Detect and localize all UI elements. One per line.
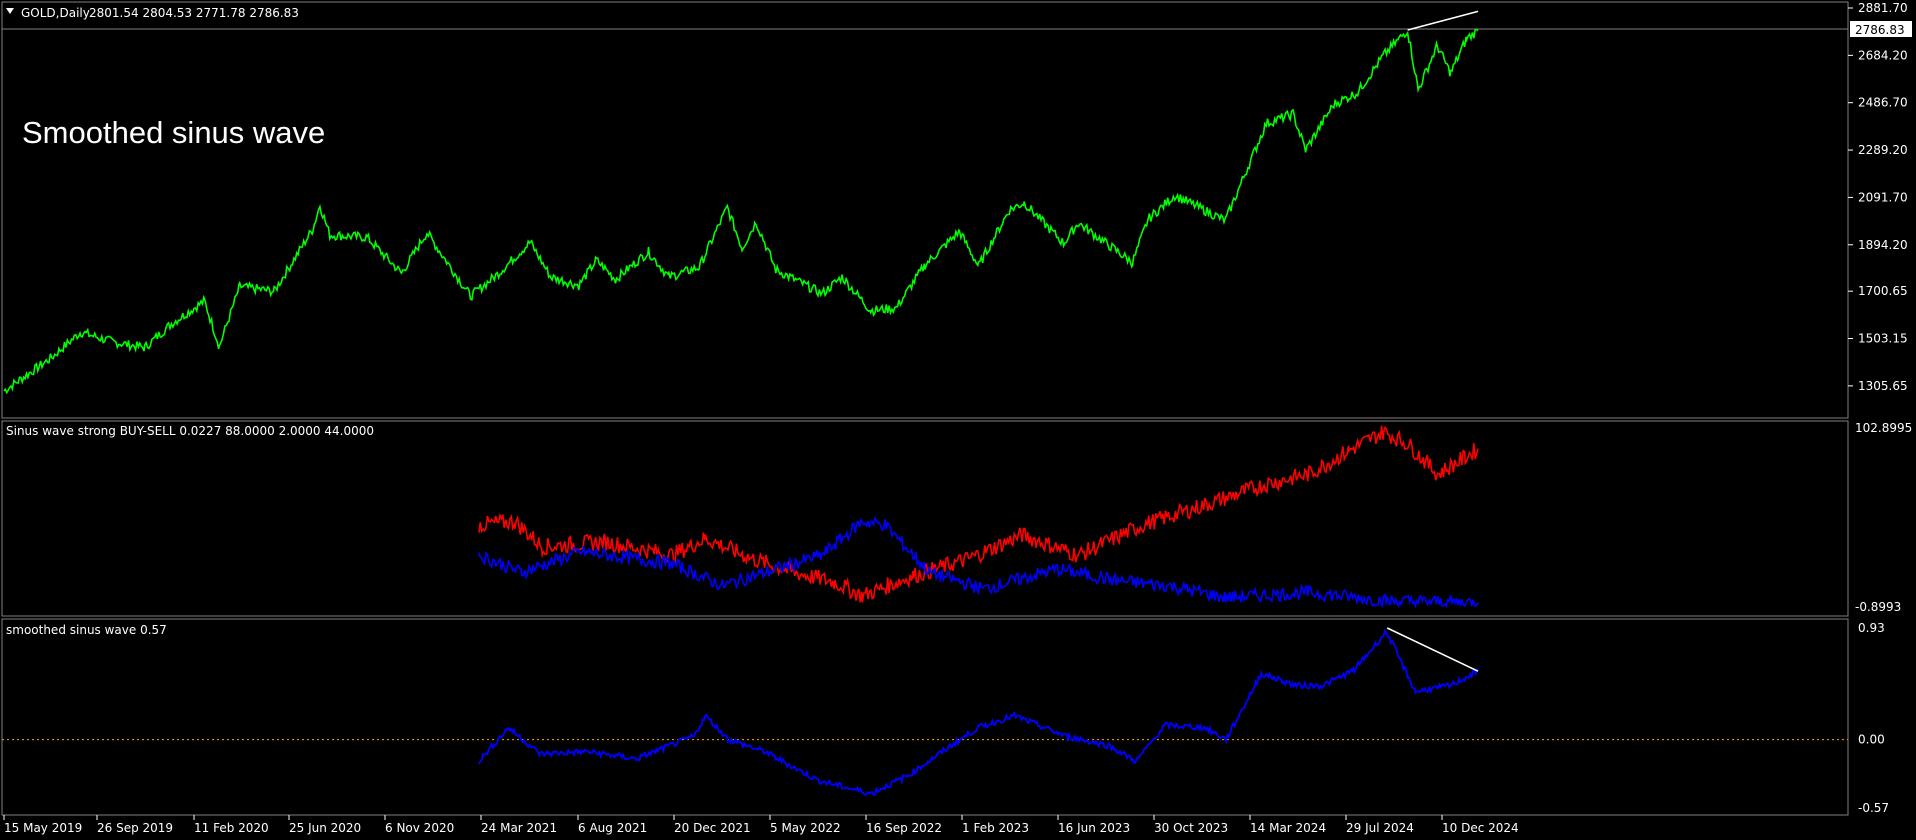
indicator2-pane-border xyxy=(1,618,1849,816)
price-tick-label: 1700.65 xyxy=(1858,284,1908,298)
sell-strength-line xyxy=(478,425,1479,603)
price-tick-label: 2289.20 xyxy=(1858,143,1908,157)
symbol-label: GOLD,Daily xyxy=(21,6,90,20)
overlay-title: Smoothed sinus wave xyxy=(22,115,325,150)
time-tick-label: 16 Sep 2022 xyxy=(866,821,942,835)
time-tick-label: 20 Dec 2021 xyxy=(674,821,751,835)
time-tick-label: 26 Sep 2019 xyxy=(97,821,173,835)
time-tick-label: 6 Aug 2021 xyxy=(578,821,647,835)
time-tick-label: 5 May 2022 xyxy=(770,821,841,835)
chart-canvas: GOLD,Daily 2801.54 2804.53 2771.78 2786.… xyxy=(1,1,1912,835)
current-price-badge-text: 2786.83 xyxy=(1855,23,1905,37)
wave-trendline[interactable] xyxy=(1386,627,1479,672)
price-tick-label: 2684.20 xyxy=(1858,48,1908,62)
collapse-triangle-icon[interactable] xyxy=(6,8,14,14)
time-tick-label: 6 Nov 2020 xyxy=(385,821,454,835)
price-tick-label: 2881.70 xyxy=(1858,1,1908,15)
indicator1-axis: 102.8995 -0.8993 xyxy=(1855,421,1912,614)
time-tick-label: 16 Jun 2023 xyxy=(1058,821,1130,835)
price-tick-label: 1894.20 xyxy=(1858,238,1908,252)
time-tick-label: 25 Jun 2020 xyxy=(289,821,361,835)
indicator1-tick-label: -0.8993 xyxy=(1855,600,1901,614)
price-axis: 2881.70 2684.20 2486.70 2289.20 2091.70 1894.… xyxy=(1848,1,1908,393)
indicator1-pane-border xyxy=(1,420,1849,617)
time-tick-label: 1 Feb 2023 xyxy=(962,821,1029,835)
indicator2-tick-label: -0.57 xyxy=(1858,801,1889,815)
time-tick-label: 24 Mar 2021 xyxy=(481,821,557,835)
indicator1-label: Sinus wave strong BUY-SELL 0.0227 88.000… xyxy=(6,424,374,438)
indicator2-tick-label: 0.93 xyxy=(1858,621,1885,635)
smoothed-wave-line xyxy=(478,628,1479,797)
main-pane-border xyxy=(1,1,1849,419)
price-tick-label: 2486.70 xyxy=(1858,96,1908,110)
time-tick-label: 14 Mar 2024 xyxy=(1250,821,1326,835)
indicator2-label: smoothed sinus wave 0.57 xyxy=(6,623,167,637)
price-series-line xyxy=(3,28,1479,395)
time-axis: 15 May 2019 26 Sep 2019 11 Feb 2020 25 Jun … xyxy=(3,815,1519,835)
indicator2-tick-label: 0.00 xyxy=(1858,733,1885,747)
time-tick-label: 10 Dec 2024 xyxy=(1442,821,1519,835)
indicator2-axis: 0.93 0.00 -0.57 xyxy=(1858,621,1889,815)
time-tick-label: 11 Feb 2020 xyxy=(194,821,269,835)
price-tick-label: 2091.70 xyxy=(1858,190,1908,204)
price-tick-label: 1305.65 xyxy=(1858,379,1908,393)
buy-strength-line xyxy=(478,515,1479,609)
time-tick-label: 15 May 2019 xyxy=(4,821,82,835)
indicator1-tick-label: 102.8995 xyxy=(1855,421,1912,435)
time-tick-label: 29 Jul 2024 xyxy=(1346,821,1414,835)
price-tick-label: 1503.15 xyxy=(1858,332,1908,346)
time-tick-label: 30 Oct 2023 xyxy=(1154,821,1228,835)
ohlc-values: 2801.54 2804.53 2771.78 2786.83 xyxy=(89,6,299,20)
price-trendline[interactable] xyxy=(1407,10,1479,31)
